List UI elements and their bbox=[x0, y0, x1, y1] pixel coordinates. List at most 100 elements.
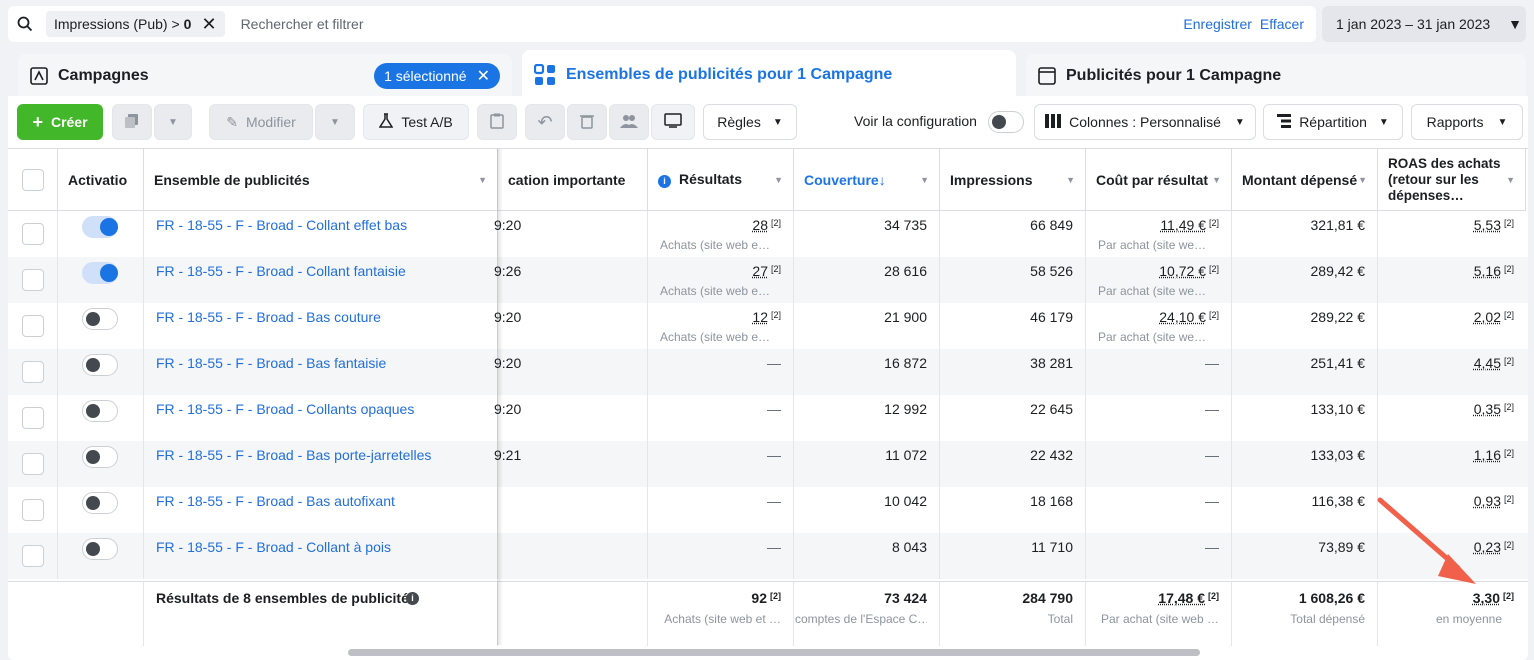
row-checkbox[interactable] bbox=[22, 407, 44, 429]
filter-chip[interactable]: Impressions (Pub) > 0 ✕ bbox=[46, 11, 225, 37]
header-select-all bbox=[8, 149, 58, 211]
roas-value[interactable]: 1,16 bbox=[1474, 447, 1501, 463]
duplicate-button[interactable] bbox=[112, 104, 152, 140]
clipboard-button[interactable] bbox=[477, 104, 517, 140]
table-row[interactable]: FR - 18-55 - F - Broad - Bas fantaisie 9:… bbox=[8, 349, 1528, 395]
footnote: [2] bbox=[1208, 264, 1219, 274]
create-button[interactable]: + Créer bbox=[17, 104, 103, 140]
columns-button[interactable]: Colonnes : Personnalisé ▼ bbox=[1034, 104, 1256, 140]
sort-caret-icon[interactable]: ▼ bbox=[1506, 172, 1515, 188]
undo-button[interactable]: ↶ bbox=[525, 104, 565, 140]
header-activation[interactable]: Activatio bbox=[58, 149, 144, 211]
close-icon[interactable]: ✕ bbox=[201, 15, 216, 33]
table-row[interactable]: FR - 18-55 - F - Broad - Collant effet b… bbox=[8, 211, 1528, 257]
table-row[interactable]: FR - 18-55 - F - Broad - Bas porte-jarre… bbox=[8, 441, 1528, 487]
adset-name-link[interactable]: FR - 18-55 - F - Broad - Bas autofixant bbox=[156, 493, 395, 509]
sort-caret-icon[interactable]: ▼ bbox=[1212, 175, 1221, 185]
header-amount-spent[interactable]: Montant dépensé ▼ bbox=[1232, 149, 1378, 211]
sort-caret-icon[interactable]: ▼ bbox=[920, 175, 929, 185]
date-range-picker[interactable]: 1 jan 2023 – 31 jan 2023 ▼ bbox=[1322, 6, 1526, 42]
activation-toggle[interactable] bbox=[82, 446, 118, 468]
roas-value[interactable]: 4,45 bbox=[1474, 355, 1501, 371]
impressions-cell: 58 526 bbox=[940, 257, 1086, 303]
row-checkbox[interactable] bbox=[22, 223, 44, 245]
view-config-toggle[interactable] bbox=[988, 111, 1024, 133]
header-impressions[interactable]: Impressions ▼ bbox=[940, 149, 1086, 211]
delete-button[interactable] bbox=[567, 104, 607, 140]
header-reach[interactable]: Couverture↓ ▼ bbox=[794, 149, 940, 211]
header-spent-label: Montant dépensé bbox=[1242, 171, 1358, 188]
cpr-value[interactable]: 11,49 € bbox=[1160, 217, 1206, 233]
tab-campaigns[interactable]: Campagnes 1 sélectionné ✕ bbox=[18, 54, 512, 98]
sort-caret-icon[interactable]: ▼ bbox=[478, 175, 487, 185]
header-roas[interactable]: ROAS des achats (retour sur les dépenses… bbox=[1378, 149, 1526, 211]
trash-icon bbox=[580, 113, 594, 132]
horizontal-scrollbar[interactable] bbox=[348, 649, 1200, 656]
row-checkbox[interactable] bbox=[22, 361, 44, 383]
roas-value[interactable]: 2,02 bbox=[1474, 309, 1501, 325]
select-all-checkbox[interactable] bbox=[21, 168, 44, 191]
search-input[interactable]: Rechercher et filtrer bbox=[241, 16, 1184, 32]
activation-toggle[interactable] bbox=[82, 492, 118, 514]
reach-value: 12 992 bbox=[884, 401, 927, 417]
info-icon[interactable]: i bbox=[658, 175, 671, 188]
clear-filter-link[interactable]: Effacer bbox=[1260, 16, 1304, 32]
row-checkbox[interactable] bbox=[22, 545, 44, 567]
table-row[interactable]: FR - 18-55 - F - Broad - Bas couture 9:20… bbox=[8, 303, 1528, 349]
save-filter-link[interactable]: Enregistrer bbox=[1183, 16, 1251, 32]
sort-caret-icon[interactable]: ▼ bbox=[1358, 175, 1367, 185]
roas-value[interactable]: 0,35 bbox=[1474, 401, 1501, 417]
columns-label: Colonnes : Personnalisé bbox=[1069, 114, 1221, 130]
activation-toggle[interactable] bbox=[82, 308, 118, 330]
table-row[interactable]: FR - 18-55 - F - Broad - Collants opaque… bbox=[8, 395, 1528, 441]
activation-toggle[interactable] bbox=[82, 354, 118, 376]
tab-adsets[interactable]: Ensembles de publicités pour 1 Campagne bbox=[522, 50, 1016, 100]
table-row[interactable]: FR - 18-55 - F - Broad - Collant fantais… bbox=[8, 257, 1528, 303]
header-adset[interactable]: Ensemble de publicités ▼ bbox=[144, 149, 498, 211]
adset-name-link[interactable]: FR - 18-55 - F - Broad - Collant effet b… bbox=[156, 217, 407, 233]
row-checkbox[interactable] bbox=[22, 499, 44, 521]
results-value[interactable]: 28 bbox=[752, 217, 768, 233]
cpr-value[interactable]: 10,72 € bbox=[1159, 263, 1206, 279]
preview-button[interactable] bbox=[651, 104, 695, 140]
adset-name-link[interactable]: FR - 18-55 - F - Broad - Bas porte-jarre… bbox=[156, 447, 431, 463]
results-value[interactable]: 27 bbox=[752, 263, 768, 279]
table-row[interactable]: FR - 18-55 - F - Broad - Collant à pois —… bbox=[8, 533, 1528, 579]
adset-name-link[interactable]: FR - 18-55 - F - Broad - Collant fantais… bbox=[156, 263, 406, 279]
activation-toggle[interactable] bbox=[82, 538, 118, 560]
adset-name-link[interactable]: FR - 18-55 - F - Broad - Collant à pois bbox=[156, 539, 391, 555]
sort-caret-icon[interactable]: ▼ bbox=[774, 175, 783, 185]
edit-dropdown[interactable]: ▼ bbox=[315, 104, 355, 140]
search-bar[interactable]: Impressions (Pub) > 0 ✕ Rechercher et fi… bbox=[8, 6, 1316, 42]
header-last-edit[interactable]: cation importante bbox=[498, 149, 648, 211]
info-icon[interactable]: i bbox=[406, 592, 419, 605]
selected-pill[interactable]: 1 sélectionné ✕ bbox=[374, 63, 500, 89]
header-results[interactable]: i Résultats ▼ bbox=[648, 149, 794, 211]
row-checkbox[interactable] bbox=[22, 269, 44, 291]
row-checkbox[interactable] bbox=[22, 315, 44, 337]
results-value[interactable]: 12 bbox=[752, 309, 768, 325]
adset-name-link[interactable]: FR - 18-55 - F - Broad - Bas couture bbox=[156, 309, 381, 325]
activation-toggle[interactable] bbox=[82, 216, 118, 238]
row-checkbox[interactable] bbox=[22, 453, 44, 475]
rules-button[interactable]: Règles ▼ bbox=[703, 104, 797, 140]
activation-toggle[interactable] bbox=[82, 262, 118, 284]
reports-button[interactable]: Rapports ▼ bbox=[1411, 104, 1523, 140]
ab-test-button[interactable]: Test A/B bbox=[363, 104, 469, 140]
table-row[interactable]: FR - 18-55 - F - Broad - Bas autofixant —… bbox=[8, 487, 1528, 533]
roas-value[interactable]: 5,16 bbox=[1474, 263, 1501, 279]
cpr-value[interactable]: 24,10 € bbox=[1159, 309, 1206, 325]
tab-ads[interactable]: Publicités pour 1 Campagne bbox=[1026, 54, 1526, 98]
breakdown-button[interactable]: Répartition ▼ bbox=[1263, 104, 1403, 140]
roas-value[interactable]: 5,53 bbox=[1474, 217, 1501, 233]
close-icon[interactable]: ✕ bbox=[477, 66, 490, 86]
audience-button[interactable] bbox=[609, 104, 649, 140]
adset-name-link[interactable]: FR - 18-55 - F - Broad - Collants opaque… bbox=[156, 401, 414, 417]
sort-caret-icon[interactable]: ▼ bbox=[1066, 175, 1075, 185]
duplicate-dropdown[interactable]: ▼ bbox=[154, 104, 192, 140]
edit-button[interactable]: ✎ Modifier bbox=[209, 104, 313, 140]
adset-name-link[interactable]: FR - 18-55 - F - Broad - Bas fantaisie bbox=[156, 355, 386, 371]
totals-cpr-value[interactable]: 17,48 € bbox=[1158, 590, 1205, 606]
header-cost-per-result[interactable]: Coût par résultat ▼ bbox=[1086, 149, 1232, 211]
activation-toggle[interactable] bbox=[82, 400, 118, 422]
